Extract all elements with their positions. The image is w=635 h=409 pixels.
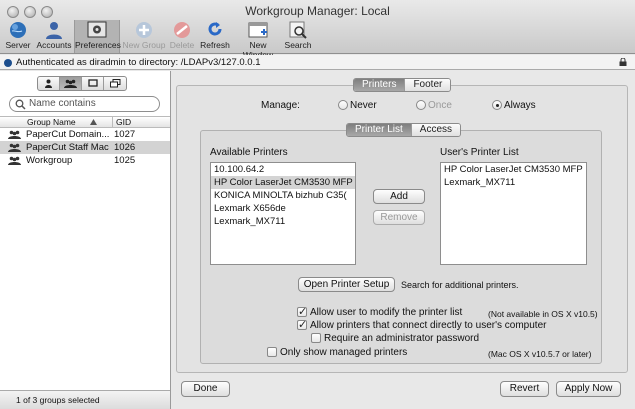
toolbar-preferences-button[interactable]: Preferences <box>74 20 121 53</box>
list-item-selected[interactable]: HP Color LaserJet CM3530 MFP <box>211 176 355 189</box>
computer-groups-tab[interactable] <box>104 77 126 90</box>
tab-printers[interactable]: Printers <box>354 79 406 91</box>
radio-indicator <box>338 100 348 110</box>
account-type-selector <box>37 76 127 91</box>
single-user-icon <box>45 79 52 88</box>
sort-ascending-icon <box>90 119 97 125</box>
globe-icon <box>10 22 26 38</box>
user-icon <box>46 22 62 39</box>
refresh-icon <box>208 22 222 36</box>
plus-icon <box>136 22 152 38</box>
group-name: PaperCut Staff Mac <box>26 142 109 153</box>
group-table-header: Group Name GID <box>0 116 170 128</box>
auth-status-bar: Authenticated as diradmin to directory: … <box>0 55 635 70</box>
tab-access[interactable]: Access <box>411 124 461 136</box>
group-gid: 1026 <box>114 142 136 153</box>
toolbar-refresh-button[interactable]: Refresh <box>198 20 232 53</box>
group-name: Workgroup <box>26 155 73 166</box>
toolbar-new-window-button[interactable]: New Window <box>234 20 282 60</box>
allow-direct-printers-checkbox[interactable]: Allow printers that connect directly to … <box>297 318 546 331</box>
list-item[interactable]: Lexmark_MX711 <box>441 176 586 189</box>
manage-once-radio[interactable]: Once <box>416 100 452 111</box>
group-icon <box>8 143 21 152</box>
search-icon <box>289 21 307 39</box>
require-admin-password-checkbox[interactable]: Require an administrator password <box>311 333 479 344</box>
window-titlebar: Workgroup Manager: Local Server Accounts… <box>0 0 635 60</box>
group-icon <box>8 156 21 165</box>
checkbox-indicator <box>267 347 277 357</box>
group-row-selected[interactable]: PaperCut Staff Mac 1026 <box>0 141 170 154</box>
radio-indicator <box>416 100 426 110</box>
manage-always-radio[interactable]: Always <box>492 100 536 111</box>
available-printers-list[interactable]: 10.100.64.2 HP Color LaserJet CM3530 MFP… <box>210 162 356 265</box>
add-printer-button[interactable]: Add <box>373 189 425 204</box>
checkbox-indicator <box>297 318 307 331</box>
only-managed-printers-checkbox[interactable]: Only show managed printers <box>267 347 407 358</box>
group-list-panel: Name contains Group Name GID PaperCut Do… <box>0 71 171 409</box>
group-name-column-header[interactable]: Group Name <box>27 117 76 127</box>
manage-label: Manage: <box>261 100 300 111</box>
group-row[interactable]: Workgroup 1025 <box>0 154 170 167</box>
toolbar-new-group-button[interactable]: New Group <box>122 20 166 53</box>
toolbar-accounts-button[interactable]: Accounts <box>35 20 73 53</box>
checkbox-indicator <box>297 305 307 318</box>
tab-printer-list[interactable]: Printer List <box>347 124 412 136</box>
checkbox-indicator <box>311 333 321 343</box>
window-title: Workgroup Manager: Local <box>245 4 390 18</box>
group-gid: 1027 <box>114 129 136 140</box>
directory-globe-icon <box>4 59 12 67</box>
search-placeholder: Name contains <box>29 98 96 109</box>
list-item[interactable]: KONICA MINOLTA bizhub C35( <box>211 189 355 202</box>
user-printer-list-title: User's Printer List <box>440 147 519 158</box>
preferences-icon <box>87 21 107 38</box>
user-printer-list[interactable]: HP Color LaserJet CM3530 MFP Lexmark_MX7… <box>440 162 587 265</box>
group-gid: 1025 <box>114 155 136 166</box>
preference-tabs: Printers Footer <box>353 78 452 92</box>
allow-modify-checkbox[interactable]: Allow user to modify the printer list <box>297 305 462 318</box>
computers-tab[interactable] <box>82 77 104 90</box>
list-item[interactable]: Lexmark_MX711 <box>211 215 355 228</box>
done-button[interactable]: Done <box>181 381 230 397</box>
manage-never-radio[interactable]: Never <box>338 100 377 111</box>
computer-group-icon <box>109 79 120 88</box>
group-search-input[interactable]: Name contains <box>9 96 160 112</box>
list-item[interactable]: 10.100.64.2 <box>211 163 355 176</box>
lock-icon[interactable] <box>619 58 627 66</box>
allow-modify-note: (Not available in OS X v10.5) <box>488 309 598 319</box>
group-icon <box>64 79 77 88</box>
list-item[interactable]: Lexmark X656de <box>211 202 355 215</box>
available-printers-title: Available Printers <box>210 147 288 158</box>
group-name: PaperCut Domain... <box>26 129 110 140</box>
delete-icon <box>174 22 190 38</box>
group-row[interactable]: PaperCut Domain... 1027 <box>0 128 170 141</box>
preferences-panel: Printers Footer Manage: Never Once Alway… <box>172 71 635 409</box>
only-managed-note: (Mac OS X v10.5.7 or later) <box>488 349 592 359</box>
users-tab[interactable] <box>38 77 60 90</box>
toolbar-delete-button[interactable]: Delete <box>168 20 196 53</box>
window-icon <box>248 22 268 38</box>
search-icon <box>15 99 26 110</box>
radio-indicator <box>492 100 502 110</box>
remove-printer-button[interactable]: Remove <box>373 210 425 225</box>
groups-tab[interactable] <box>60 77 82 90</box>
gid-column-header[interactable]: GID <box>112 117 131 127</box>
revert-button[interactable]: Revert <box>500 381 549 397</box>
open-printer-setup-button[interactable]: Open Printer Setup <box>298 277 395 292</box>
auth-status-text: Authenticated as diradmin to directory: … <box>16 57 261 68</box>
apply-now-button[interactable]: Apply Now <box>556 381 621 397</box>
printer-sub-tabs: Printer List Access <box>346 123 462 137</box>
computer-icon <box>87 79 98 87</box>
toolbar-server-button[interactable]: Server <box>2 20 34 53</box>
tab-footer[interactable]: Footer <box>405 79 451 91</box>
toolbar-search-button[interactable]: Search <box>284 20 312 53</box>
selection-count: 1 of 3 groups selected <box>0 390 170 409</box>
list-item[interactable]: HP Color LaserJet CM3530 MFP <box>441 163 586 176</box>
group-icon <box>8 130 21 139</box>
printer-setup-hint: Search for additional printers. <box>401 280 519 290</box>
